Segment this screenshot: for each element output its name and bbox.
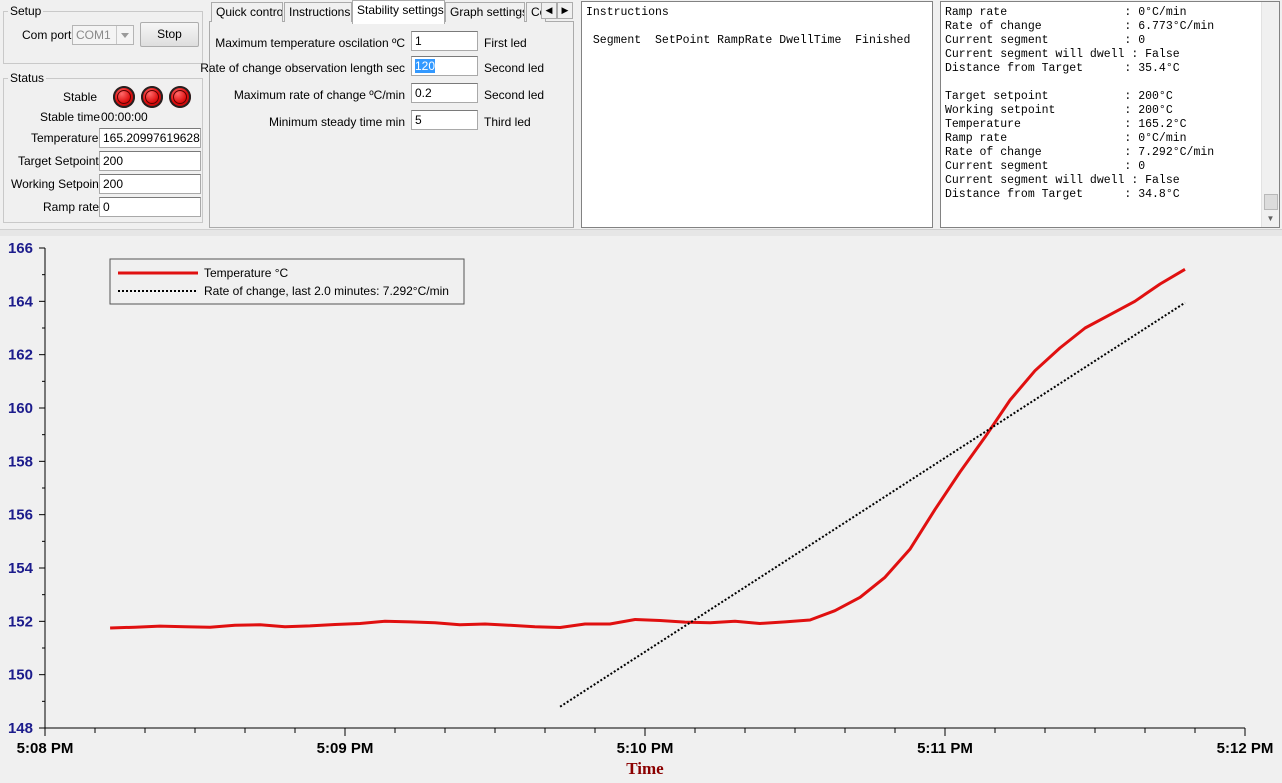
max-temp-oscillation-label: Maximum temperature oscilation ºC (215, 36, 405, 50)
log-line: Rate of change : 7.292°C/min (945, 146, 1215, 159)
log-scrollbar[interactable]: ▼ (1261, 2, 1279, 227)
log-line: Distance from Target : 34.8°C (945, 188, 1180, 201)
stable-label: Stable (63, 90, 98, 104)
y-tick-label: 156 (8, 507, 33, 524)
rate-observation-length-field[interactable]: 120 (411, 56, 478, 76)
tab-graph-settings[interactable]: Graph settings (445, 2, 525, 22)
log-lines: Ramp rate : 0°C/min Rate of change : 6.77… (945, 6, 1214, 202)
y-tick-label: 164 (8, 293, 34, 310)
max-temp-oscillation-note: First led (484, 36, 527, 50)
temperature-series-line (110, 268, 1186, 630)
scroll-down-icon[interactable]: ▼ (1262, 210, 1279, 227)
max-rate-of-change-field[interactable]: 0.2 (411, 83, 478, 103)
log-line: Target setpoint : 200°C (945, 90, 1173, 103)
y-tick-label: 166 (8, 240, 33, 257)
stop-button[interactable]: Stop (140, 22, 199, 47)
log-panel[interactable]: Ramp rate : 0°C/min Rate of change : 6.77… (940, 1, 1280, 228)
rate-observation-length-value: 120 (415, 59, 436, 73)
max-rate-of-change-note: Second led (484, 88, 545, 102)
log-line: Rate of change : 6.773°C/min (945, 20, 1215, 33)
min-steady-time-label: Minimum steady time min (268, 115, 405, 129)
com-port-select[interactable]: COM1 (72, 25, 134, 45)
temperature-field[interactable]: 165.209976196289 (99, 128, 201, 148)
max-rate-of-change-label: Maximum rate of change ºC/min (233, 88, 405, 102)
log-line: Ramp rate : 0°C/min (945, 6, 1187, 19)
working-setpoint-field[interactable]: 200 (99, 174, 201, 194)
target-setpoint-label: Target Setpoint (18, 154, 99, 168)
tab-stability-settings[interactable]: Stability settings (352, 0, 445, 24)
legend-temperature-label: Temperature °C (204, 266, 288, 280)
tab-instructions[interactable]: Instructions (284, 2, 352, 22)
stability-led-3 (169, 86, 191, 108)
x-tick-label: 5:12 PM (1217, 740, 1274, 757)
x-tick-label: 5:08 PM (17, 740, 74, 757)
tab-scroll-right-icon[interactable]: ▶ (557, 2, 573, 19)
log-line: Current segment will dwell : False (945, 48, 1180, 61)
stable-time-value: 00:00:00 (101, 110, 148, 124)
stable-time-label: Stable time (40, 110, 101, 124)
log-line: Current segment : 0 (945, 34, 1146, 47)
y-tick-label: 162 (8, 347, 33, 364)
rate-observation-length-note: Second led (484, 61, 545, 75)
setup-legend: Setup (10, 4, 42, 18)
stability-led-2 (141, 86, 163, 108)
com-port-value: COM1 (76, 28, 111, 42)
min-steady-time-note: Third led (484, 115, 531, 129)
chart-legend: Temperature °C Rate of change, last 2.0 m… (109, 258, 465, 305)
ramp-rate-field[interactable]: 0 (99, 197, 201, 217)
log-line: Working setpoint : 200°C (945, 104, 1173, 117)
target-setpoint-field[interactable]: 200 (99, 151, 201, 171)
x-tick-label: 5:09 PM (317, 740, 374, 757)
tab-scroll-left-icon[interactable]: ◀ (541, 2, 557, 19)
y-tick-label: 154 (8, 560, 34, 577)
chevron-down-icon[interactable] (116, 26, 133, 44)
y-tick-label: 150 (8, 667, 33, 684)
min-steady-time-field[interactable]: 5 (411, 110, 478, 130)
log-line: Current segment : 0 (945, 160, 1146, 173)
stability-led-1 (113, 86, 135, 108)
legend-rate-label: Rate of change, last 2.0 minutes: 7.292°… (204, 284, 449, 298)
temperature-chart: 148 150 152 154 156 158 160 162 164 166 5:08 PM 5:0… (0, 236, 1282, 780)
ramp-rate-label: Ramp rate (43, 200, 100, 214)
rate-of-change-line (559, 301, 1186, 708)
status-legend: Status (10, 71, 45, 85)
temperature-label: Temperature (31, 131, 99, 145)
y-tick-label: 160 (8, 400, 33, 417)
instructions-panel[interactable]: Instructions Segment SetPoint RampRate D… (581, 1, 933, 228)
rate-observation-length-label: Rate of change observation length sec (200, 61, 405, 75)
y-tick-label: 148 (8, 720, 33, 737)
x-tick-label: 5:10 PM (617, 740, 674, 757)
chart-svg: 148 150 152 154 156 158 160 162 164 166 5:08 PM 5:0… (8, 240, 1274, 778)
log-line: Distance from Target : 35.4°C (945, 62, 1180, 75)
y-tick-label: 158 (8, 453, 33, 470)
tab-quick-control[interactable]: Quick control (211, 2, 283, 22)
x-axis-title: Time (626, 759, 664, 778)
instructions-title: Instructions (586, 6, 669, 19)
y-tick-label: 152 (8, 613, 33, 630)
instructions-table-header: Segment SetPoint RampRate DwellTime Fini… (586, 34, 911, 47)
log-line: Ramp rate : 0°C/min (945, 132, 1187, 145)
working-setpoint-label: Working Setpoint (11, 177, 103, 191)
x-tick-label: 5:11 PM (917, 740, 973, 757)
log-scrollbar-thumb[interactable] (1264, 194, 1278, 210)
log-line: Temperature : 165.2°C (945, 118, 1187, 131)
com-port-label: Com port (22, 28, 72, 42)
max-temp-oscillation-field[interactable]: 1 (411, 31, 478, 51)
log-line: Current segment will dwell : False (945, 174, 1180, 187)
